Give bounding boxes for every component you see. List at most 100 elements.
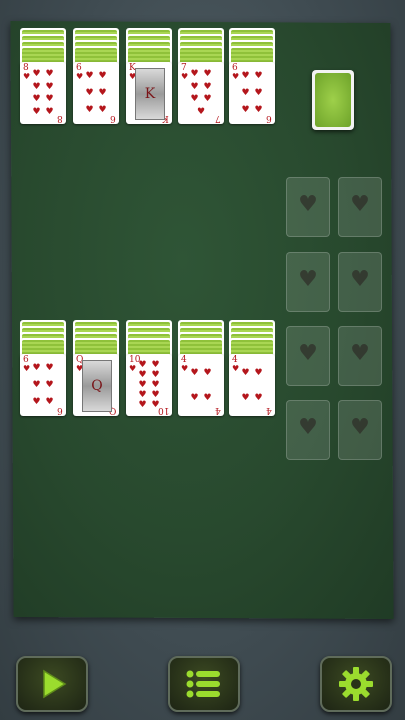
- heart-icon: ♥: [298, 267, 318, 292]
- suit-pip: ♥: [32, 69, 41, 80]
- suit-pip: ♥: [241, 367, 250, 378]
- playing-card[interactable]: 4 ♥ 4 ♥ ♥ ♥ ♥: [178, 354, 224, 416]
- suit-pip: ♥: [254, 367, 263, 378]
- suit-pip: ♥: [138, 390, 147, 400]
- foundation-slot[interactable]: ♥: [286, 400, 330, 460]
- suit-pip: ♥: [241, 87, 250, 98]
- suit-pip: ♥: [203, 367, 212, 378]
- foundation-slot[interactable]: ♥: [286, 252, 330, 312]
- suit-pip: ♥: [190, 392, 199, 403]
- suit-pip: ♥: [138, 380, 147, 390]
- suit-pip: ♥: [241, 71, 250, 82]
- playing-card[interactable]: 4 ♥ 4 ♥ ♥ ♥ ♥: [229, 354, 275, 416]
- playing-card[interactable]: 6 ♥ 6 ♥ ♥ ♥ ♥ ♥ ♥: [229, 62, 275, 124]
- foundation-slot[interactable]: ♥: [286, 326, 330, 386]
- suit-pip: ♥: [138, 370, 147, 380]
- card-rank-bottom: 6: [57, 405, 63, 415]
- playing-card[interactable]: 7 ♥ 7 ♥ ♥ ♥ ♥ ♥ ♥ ♥: [178, 62, 224, 124]
- heart-icon: ♥: [350, 341, 370, 366]
- foundation-slot[interactable]: ♥: [338, 326, 382, 386]
- playing-card[interactable]: Q ♥ Q Q: [73, 354, 119, 416]
- card-rank-bottom: 6: [266, 113, 272, 123]
- playing-card[interactable]: 6 ♥ 6 ♥ ♥ ♥ ♥ ♥ ♥: [20, 354, 66, 416]
- suit-pip: ♥: [203, 94, 212, 105]
- suit-pip: ♥: [45, 363, 54, 374]
- suit-pip: ♥: [85, 71, 94, 82]
- suit-pip: ♥: [45, 94, 54, 105]
- heart-icon: ♥: [298, 415, 318, 440]
- playing-card[interactable]: 10 ♥ 10 ♥ ♥ ♥ ♥ ♥ ♥ ♥ ♥ ♥ ♥: [126, 354, 172, 416]
- heart-icon: ♥: [350, 267, 370, 292]
- suit-pip: ♥: [203, 392, 212, 403]
- suit-pip: ♥: [32, 94, 41, 105]
- card-pips: ♥ ♥ ♥ ♥ ♥ ♥: [83, 68, 109, 118]
- suit-pip: ♥: [32, 81, 41, 92]
- suit-pip: ♥: [151, 390, 160, 400]
- suit-pip: ♥: [196, 106, 206, 117]
- card-pips: ♥ ♥ ♥ ♥ ♥ ♥ ♥ ♥ ♥ ♥: [136, 360, 162, 410]
- card-rank-bottom: 4: [215, 405, 221, 415]
- suit-pip: ♥: [190, 94, 199, 105]
- stock-pile[interactable]: [312, 70, 354, 130]
- suit-pip: ♥: [98, 104, 107, 115]
- playing-card[interactable]: 8 ♥ 8 ♥ ♥ ♥ ♥ ♥ ♥ ♥ ♥: [20, 62, 66, 124]
- suit-pip: ♥: [190, 367, 199, 378]
- court-figure: K: [135, 68, 165, 120]
- card-pips: ♥ ♥ ♥ ♥ ♥ ♥ ♥ ♥: [30, 68, 56, 118]
- suit-pip: ♥: [45, 69, 54, 80]
- court-figure: Q: [82, 360, 112, 412]
- heart-icon: ♥: [298, 192, 318, 217]
- suit-pip: ♥: [32, 379, 41, 390]
- card-pips: ♥ ♥ ♥ ♥: [239, 360, 265, 410]
- card-pips: ♥ ♥ ♥ ♥ ♥ ♥ ♥: [188, 68, 214, 118]
- playing-card[interactable]: 6 ♥ 6 ♥ ♥ ♥ ♥ ♥ ♥: [73, 62, 119, 124]
- suit-pip: ♥: [203, 69, 212, 80]
- playing-card[interactable]: K ♥ K K: [126, 62, 172, 124]
- suit-pip: ♥: [138, 360, 147, 370]
- card-rank-bottom: 7: [215, 113, 221, 123]
- suit-pip: ♥: [203, 81, 212, 92]
- heart-icon: ♥: [350, 192, 370, 217]
- card-rank-bottom: 8: [57, 113, 63, 123]
- suit-pip: ♥: [45, 379, 54, 390]
- suit-pip: ♥: [190, 69, 199, 80]
- suit-pip: ♥: [45, 106, 54, 117]
- card-pips: ♥ ♥ ♥ ♥: [188, 360, 214, 410]
- card-rank-bottom: 4: [266, 405, 272, 415]
- suit-pip: ♥: [151, 360, 160, 370]
- play-icon: [43, 669, 67, 699]
- suit-pip: ♥: [254, 87, 263, 98]
- suit-pip: ♥: [241, 104, 250, 115]
- suit-pip: ♥: [32, 363, 41, 374]
- menu-list-icon: [186, 670, 220, 698]
- suit-pip: ♥: [85, 104, 94, 115]
- suit-pip: ♥: [32, 396, 41, 407]
- suit-pip: ♥: [151, 400, 160, 410]
- card-pips: ♥ ♥ ♥ ♥ ♥ ♥: [30, 360, 56, 410]
- suit-pip: ♥: [32, 106, 41, 117]
- foundation-slot[interactable]: ♥: [338, 252, 382, 312]
- card-rank-bottom: 6: [110, 113, 116, 123]
- suit-pip: ♥: [151, 370, 160, 380]
- settings-button[interactable]: [320, 656, 392, 712]
- card-pips: ♥ ♥ ♥ ♥ ♥ ♥: [239, 68, 265, 118]
- suit-pip: ♥: [45, 396, 54, 407]
- suit-pip: ♥: [45, 81, 54, 92]
- heart-icon: ♥: [298, 341, 318, 366]
- suit-pip: ♥: [138, 400, 147, 410]
- menu-button[interactable]: [168, 656, 240, 712]
- foundation-slot[interactable]: ♥: [338, 177, 382, 237]
- suit-pip: ♥: [254, 104, 263, 115]
- gear-icon: [339, 667, 373, 701]
- suit-pip: ♥: [98, 87, 107, 98]
- heart-icon: ♥: [350, 415, 370, 440]
- suit-pip: ♥: [190, 81, 199, 92]
- suit-pip: ♥: [254, 392, 263, 403]
- suit-pip: ♥: [85, 87, 94, 98]
- foundation-slot[interactable]: ♥: [286, 177, 330, 237]
- suit-pip: ♥: [254, 71, 263, 82]
- suit-pip: ♥: [241, 392, 250, 403]
- play-button[interactable]: [16, 656, 88, 712]
- suit-pip: ♥: [151, 380, 160, 390]
- foundation-slot[interactable]: ♥: [338, 400, 382, 460]
